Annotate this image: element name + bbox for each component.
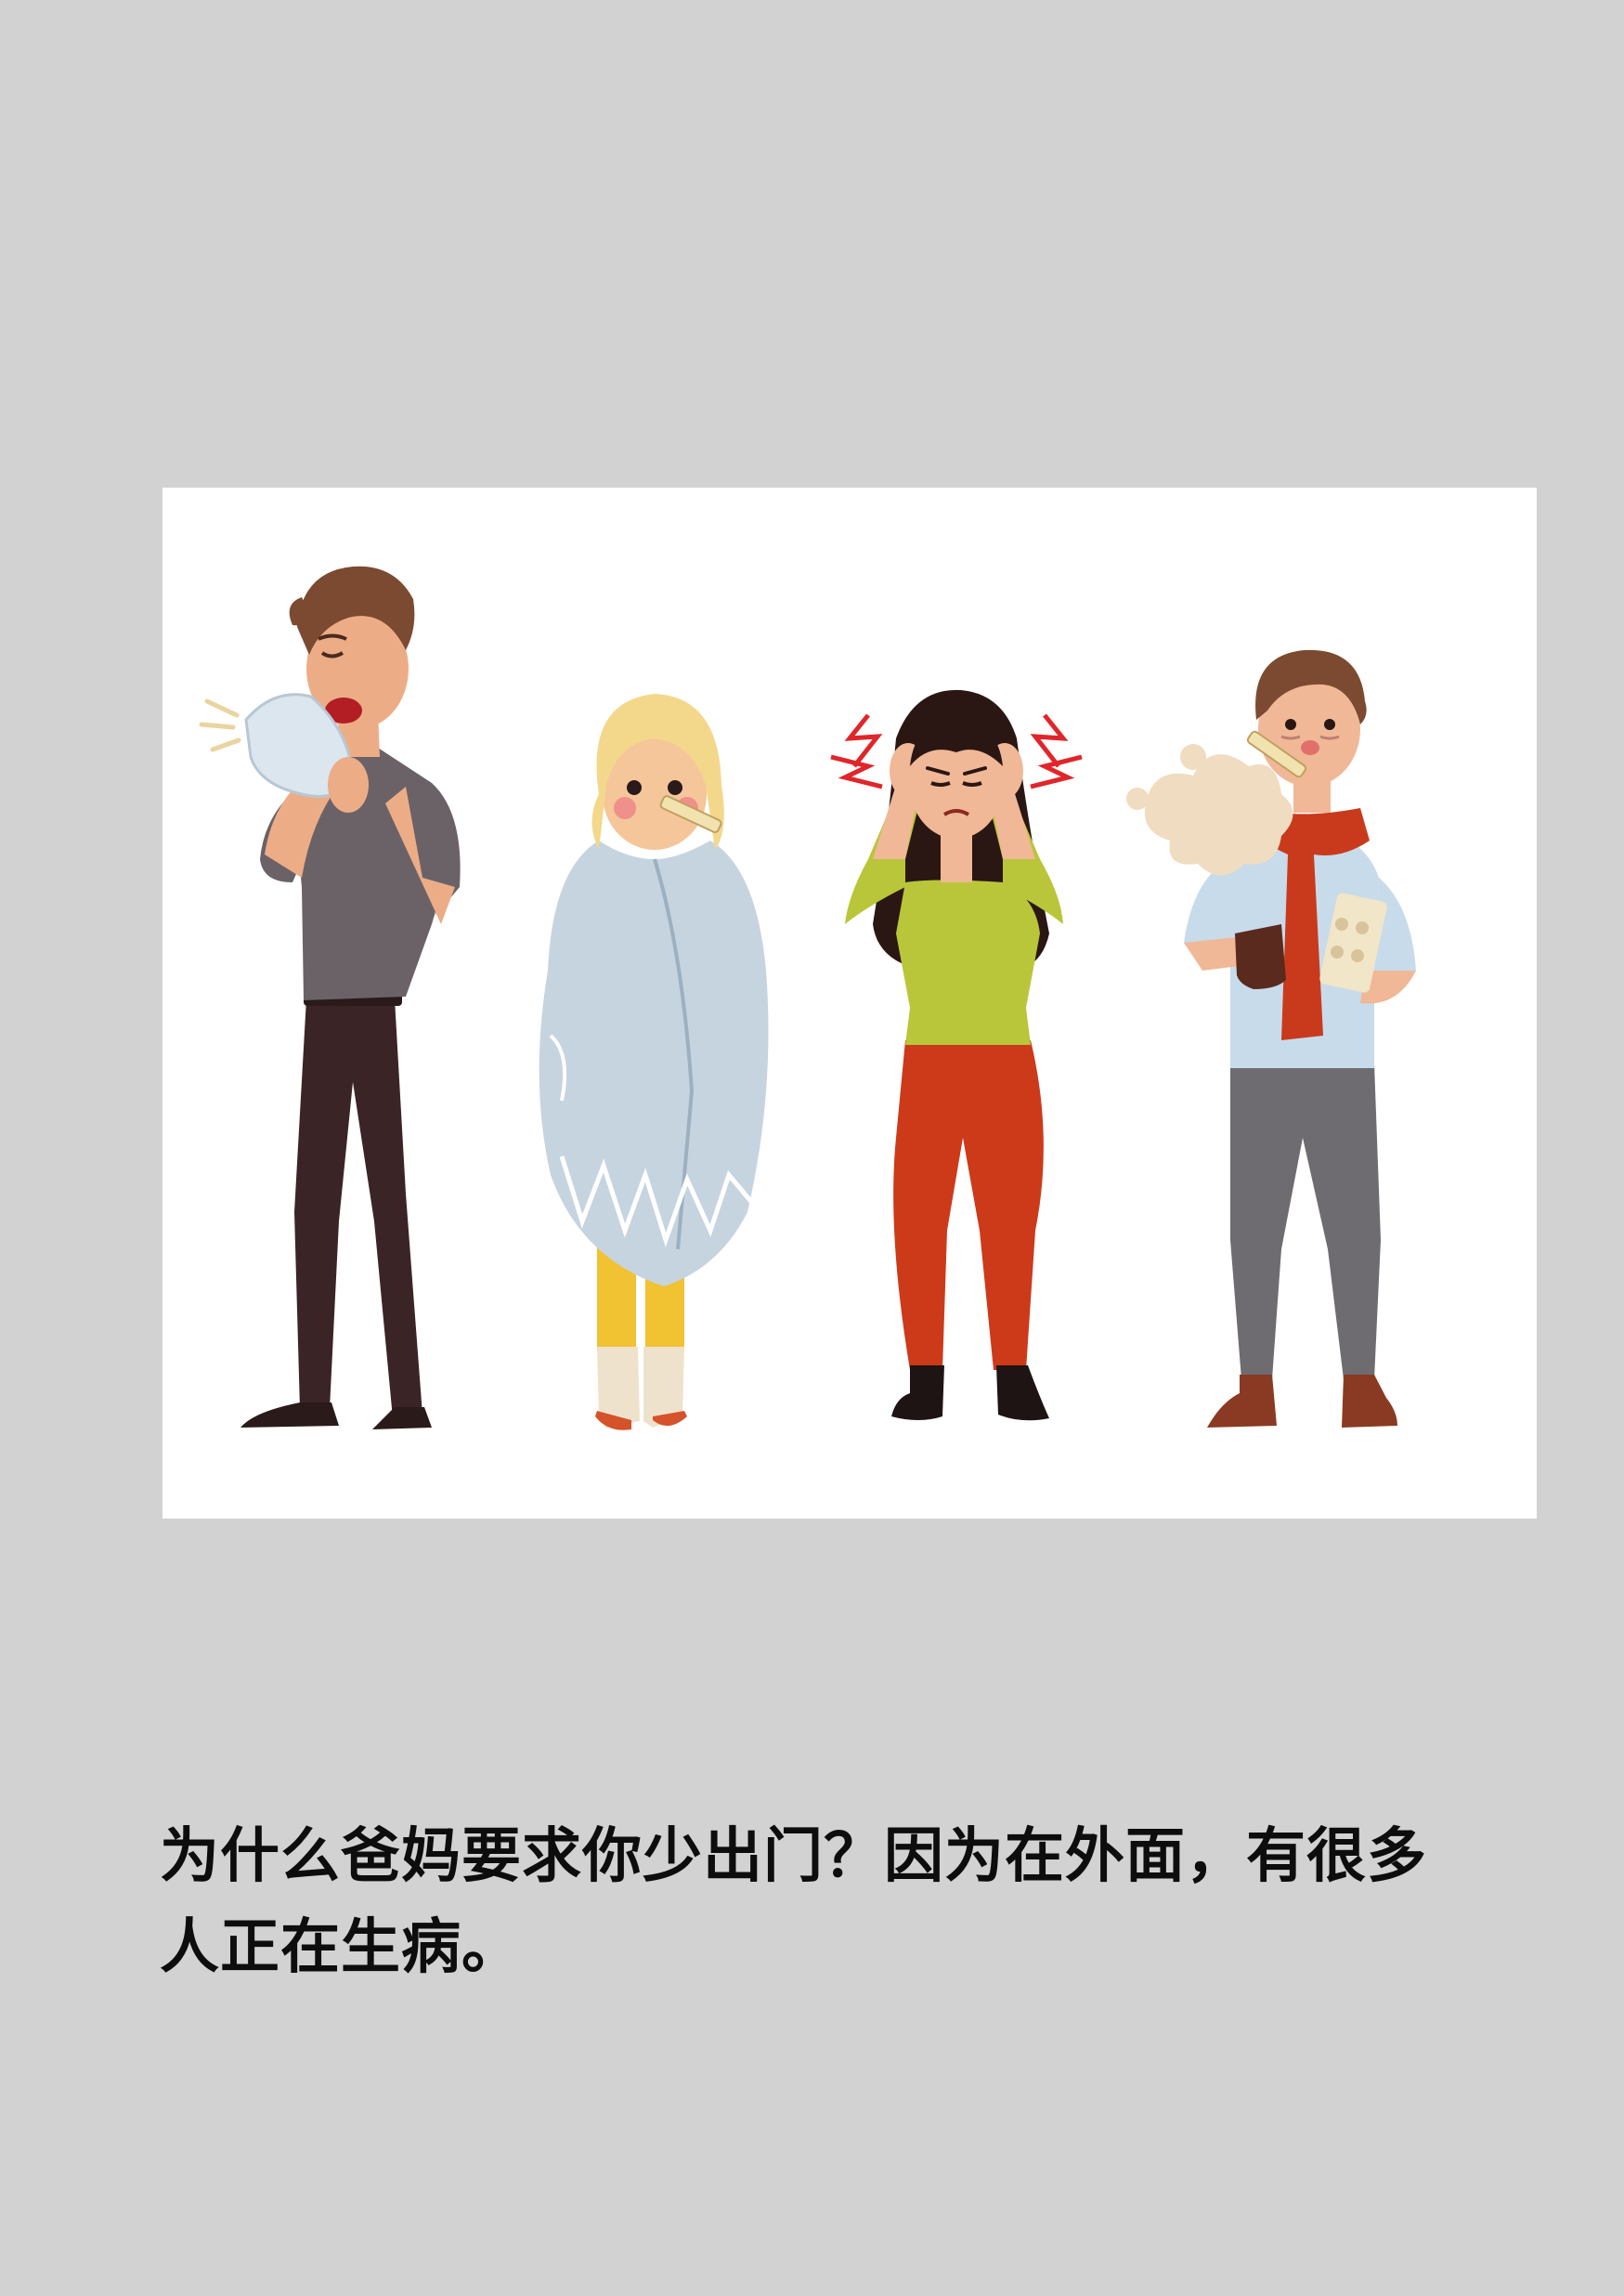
illustration-panel — [162, 488, 1537, 1519]
child-in-blanket-icon — [539, 694, 769, 1430]
caption-line-2: 人正在生病。 — [160, 1913, 522, 1982]
man-with-thermometer-icon — [1126, 649, 1416, 1428]
sneezing-man-icon — [199, 566, 461, 1429]
caption: 为什么爸妈要求你少出门？因为在外面，有很多 人正在生病。 — [160, 1811, 1515, 1993]
woman-with-headache-icon — [830, 689, 1083, 1421]
caption-line-1: 为什么爸妈要求你少出门？因为在外面，有很多 — [160, 1822, 1427, 1891]
